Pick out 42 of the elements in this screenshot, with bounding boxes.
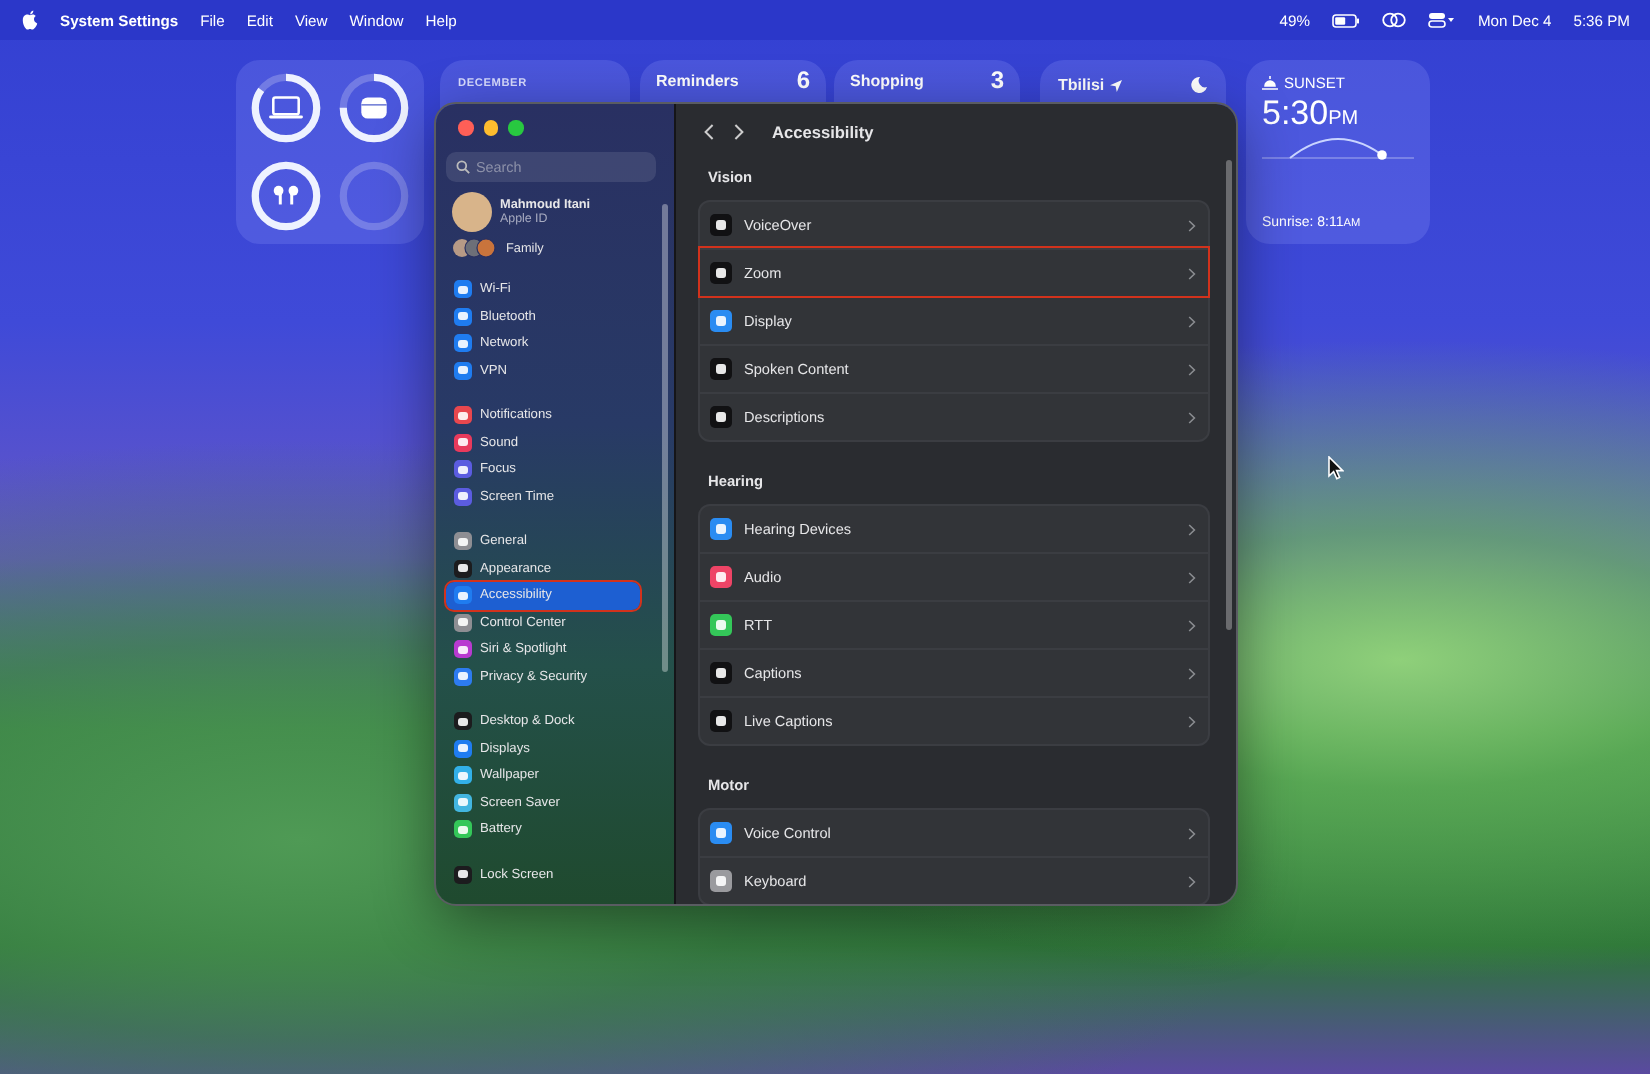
location-arrow-icon: [1110, 79, 1123, 91]
maximize-button[interactable]: [508, 120, 523, 135]
moon-icon: [1190, 76, 1208, 94]
forward-button[interactable]: [734, 124, 744, 140]
chevron-icon: [1188, 715, 1196, 727]
chevron-icon: [1188, 411, 1196, 423]
screen-mirroring-icon[interactable]: [1381, 12, 1406, 28]
earbuds-case-icon: [360, 97, 388, 119]
avatar[interactable]: [452, 192, 492, 232]
list-name: Reminders: [656, 70, 739, 90]
family-avatars-drawing: [452, 238, 496, 258]
weather-city: Tbilisi: [1058, 76, 1105, 94]
list-count: 3: [990, 70, 1004, 92]
pane-title: Accessibility: [772, 122, 874, 142]
back-button[interactable]: [704, 124, 714, 140]
sunset-icon: [1262, 76, 1278, 90]
search-icon: [456, 160, 470, 174]
chevron-icon: [1188, 363, 1196, 375]
chevron-icon: [1188, 827, 1196, 839]
sunset-time-period: PM: [1328, 108, 1359, 130]
list-name: Shopping: [850, 70, 924, 90]
sunset-time: 5:30: [1262, 94, 1329, 132]
battery-icon[interactable]: [1331, 13, 1360, 27]
scrollbar[interactable]: [662, 204, 668, 672]
apple-logo-icon[interactable]: [22, 10, 38, 30]
control-center-icon[interactable]: [1427, 12, 1456, 28]
battery-ring: [338, 160, 410, 232]
chevron-icon: [1188, 219, 1196, 231]
close-button[interactable]: [458, 120, 473, 135]
chevron-icon: [1188, 523, 1196, 535]
chevron-icon: [1188, 267, 1196, 279]
laptop-icon: [269, 96, 303, 119]
mouse-pointer-icon: [1328, 456, 1344, 480]
scrollbar[interactable]: [1226, 160, 1232, 630]
chevron-icon: [1188, 571, 1196, 583]
chevron-icon: [1188, 315, 1196, 327]
minimize-button[interactable]: [483, 120, 498, 135]
earbuds-icon: [273, 185, 299, 205]
chevron-icon: [1188, 875, 1196, 887]
list-count: 6: [796, 70, 810, 92]
chevron-icon: [1188, 619, 1196, 631]
chevron-icon: [1188, 667, 1196, 679]
